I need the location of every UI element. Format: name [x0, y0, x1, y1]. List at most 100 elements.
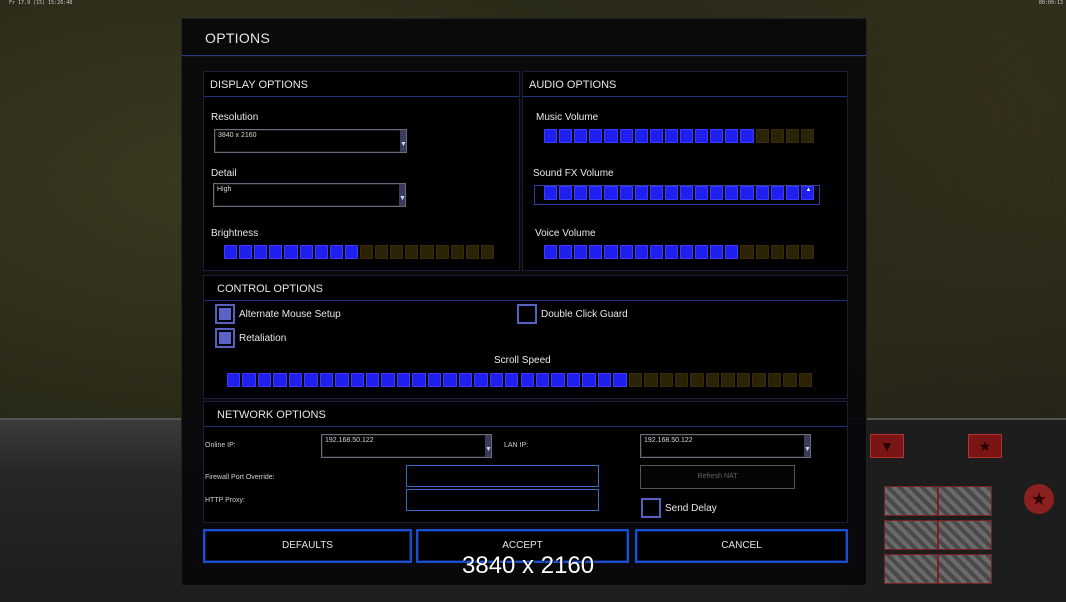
chevron-down-icon[interactable]: ▼	[399, 184, 406, 206]
double-click-guard-checkbox[interactable]	[517, 304, 537, 324]
detail-value: High	[217, 186, 232, 193]
star-icon: ★	[968, 434, 1002, 458]
slider-segment	[785, 186, 799, 200]
slider-segment	[582, 373, 596, 387]
slider-segment	[680, 245, 694, 259]
audio-options-header: AUDIO OPTIONS	[523, 72, 847, 97]
slider-segment	[634, 186, 648, 200]
slider-segment	[344, 245, 358, 259]
refresh-nat-button[interactable]: Refresh NAT	[640, 465, 795, 489]
resolution-dropdown[interactable]: 3840 x 2160 ▼	[214, 129, 407, 153]
hud-unit-cell	[884, 486, 938, 516]
slider-segment	[559, 245, 573, 259]
slider-segment	[604, 129, 618, 143]
slider-segment	[254, 245, 268, 259]
slider-segment	[725, 245, 739, 259]
online-ip-dropdown[interactable]: 192.168.50.122 ▼	[321, 434, 492, 458]
brightness-label: Brightness	[211, 228, 259, 239]
voice-volume-slider[interactable]	[544, 245, 816, 259]
slider-segment	[710, 129, 724, 143]
chevron-down-icon[interactable]: ▼	[485, 435, 492, 457]
slider-segment	[680, 186, 694, 200]
slider-segment	[597, 373, 612, 387]
slider-segment	[480, 245, 494, 259]
slider-thumb-icon[interactable]: ▲	[805, 187, 811, 193]
retaliation-label: Retaliation	[239, 333, 287, 344]
http-proxy-label: HTTP Proxy:	[205, 497, 245, 504]
slider-segment	[721, 373, 735, 387]
retaliation-checkbox[interactable]	[215, 328, 235, 348]
defaults-button[interactable]: DEFAULTS	[203, 529, 412, 563]
slider-segment	[227, 373, 241, 387]
slider-segment	[288, 373, 303, 387]
resolution-tooltip: 3840 x 2160	[462, 552, 595, 579]
slider-segment	[740, 245, 754, 259]
lan-ip-dropdown[interactable]: 192.168.50.122 ▼	[640, 434, 811, 458]
slider-segment	[559, 129, 573, 143]
network-options-title: NETWORK OPTIONS	[217, 409, 326, 421]
slider-segment	[396, 373, 411, 387]
slider-segment	[767, 373, 782, 387]
slider-segment	[412, 373, 426, 387]
slider-segment	[710, 186, 724, 200]
slider-segment	[736, 373, 751, 387]
dialog-title: OPTIONS	[205, 30, 271, 46]
slider-segment	[628, 373, 643, 387]
send-delay-checkbox[interactable]	[641, 498, 661, 518]
slider-segment	[489, 373, 504, 387]
lan-ip-value: 192.168.50.122	[644, 437, 693, 444]
slider-segment	[644, 373, 658, 387]
slider-segment	[664, 129, 678, 143]
slider-segment	[619, 186, 633, 200]
slider-segment	[695, 129, 709, 143]
slider-segment	[465, 245, 479, 259]
cancel-button[interactable]: CANCEL	[635, 529, 848, 563]
voice-volume-label: Voice Volume	[535, 228, 596, 239]
slider-segment	[544, 245, 558, 259]
faction-emblem-icon: ★	[1024, 484, 1054, 514]
slider-segment	[740, 186, 754, 200]
sound-fx-volume-slider[interactable]: ▲	[544, 186, 816, 200]
chevron-down-icon[interactable]: ▼	[400, 130, 407, 152]
music-volume-slider[interactable]	[544, 129, 816, 143]
slider-segment	[574, 245, 588, 259]
slider-segment	[613, 373, 627, 387]
alternate-mouse-checkbox[interactable]	[215, 304, 235, 324]
slider-segment	[695, 245, 709, 259]
status-bar: Fr 17.9 (15) 15:26:48 00:00:13	[0, 0, 1066, 8]
chevron-down-icon[interactable]: ▼	[804, 435, 811, 457]
detail-dropdown[interactable]: High ▼	[213, 183, 406, 207]
slider-segment	[589, 129, 603, 143]
hud-unit-cell	[938, 520, 992, 550]
slider-segment	[604, 245, 618, 259]
slider-segment	[690, 373, 704, 387]
slider-segment	[544, 186, 558, 200]
scroll-speed-label: Scroll Speed	[494, 355, 551, 366]
scroll-speed-slider[interactable]	[227, 373, 814, 387]
slider-segment	[783, 373, 797, 387]
slider-segment	[664, 186, 678, 200]
brightness-slider[interactable]	[224, 245, 496, 259]
firewall-port-label: Firewall Port Override:	[205, 474, 275, 481]
slider-segment	[619, 129, 633, 143]
hud-unit-cell	[884, 554, 938, 584]
display-options-header: DISPLAY OPTIONS	[204, 72, 519, 97]
music-volume-label: Music Volume	[536, 112, 599, 123]
slider-segment	[755, 129, 769, 143]
slider-segment	[273, 373, 287, 387]
slider-segment	[335, 373, 349, 387]
firewall-port-field[interactable]	[406, 465, 599, 487]
http-proxy-field[interactable]	[406, 489, 599, 511]
slider-segment	[752, 373, 766, 387]
slider-segment	[427, 373, 442, 387]
slider-segment	[619, 245, 633, 259]
lan-ip-label: LAN IP:	[504, 442, 529, 449]
slider-segment	[710, 245, 724, 259]
slider-segment	[474, 373, 488, 387]
slider-segment	[798, 373, 812, 387]
hud-unit-cell	[884, 520, 938, 550]
slider-segment	[634, 129, 648, 143]
slider-segment	[755, 245, 769, 259]
slider-segment	[755, 186, 769, 200]
slider-segment	[239, 245, 253, 259]
